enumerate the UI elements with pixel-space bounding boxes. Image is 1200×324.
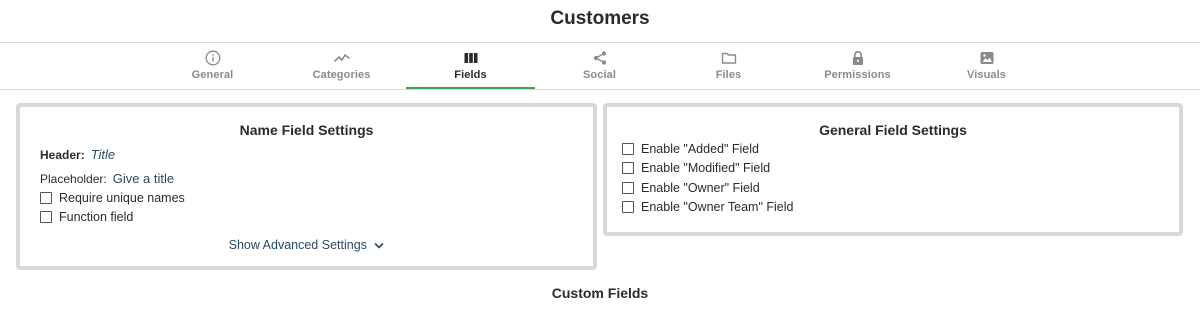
header-value[interactable]: Title (91, 147, 115, 162)
checkbox-label: Function field (59, 210, 134, 224)
tab-label: Social (582, 69, 616, 81)
tab-label: Categories (312, 69, 371, 81)
placeholder-row: Placeholder: Give a title (40, 171, 174, 186)
tab-files[interactable]: Files (664, 43, 793, 89)
custom-fields-heading: Custom Fields (551, 285, 649, 301)
tab-label: General (191, 69, 234, 81)
header-row: Header: Title (40, 147, 115, 162)
checkbox[interactable] (622, 201, 634, 213)
placeholder-value[interactable]: Give a title (113, 171, 174, 186)
name-field-settings-panel: Name Field Settings Header: Title Placeh… (16, 103, 597, 270)
tab-label: Files (715, 69, 742, 81)
checkbox-label: Require unique names (59, 191, 185, 205)
checkbox-label: Enable "Owner Team" Field (641, 200, 794, 214)
enable-owner-team-checkbox[interactable]: Enable "Owner Team" Field (622, 200, 793, 214)
info-icon (204, 49, 222, 67)
tabs-divider (0, 89, 1200, 90)
image-icon (978, 49, 996, 67)
checkbox[interactable] (40, 192, 52, 204)
checkbox[interactable] (622, 143, 634, 155)
trend-line-icon (333, 49, 351, 67)
panel-heading: General Field Settings (819, 122, 967, 138)
page-title: Customers (550, 8, 650, 29)
general-field-settings-panel: General Field Settings Enable "Added" Fi… (603, 103, 1183, 236)
advanced-link-label: Show Advanced Settings (228, 238, 367, 252)
checkbox-label: Enable "Added" Field (641, 142, 759, 156)
tab-visuals[interactable]: Visuals (922, 43, 1051, 89)
require-unique-checkbox[interactable]: Require unique names (40, 191, 185, 205)
folder-icon (720, 49, 738, 67)
function-field-checkbox[interactable]: Function field (40, 210, 133, 224)
placeholder-label: Placeholder: (40, 172, 107, 186)
tab-fields[interactable]: Fields (406, 43, 535, 89)
checkbox[interactable] (40, 211, 52, 223)
share-icon (591, 49, 609, 67)
tab-label: Fields (454, 69, 487, 81)
tab-general[interactable]: General (148, 43, 277, 89)
header-label: Header: (40, 148, 85, 162)
enable-added-checkbox[interactable]: Enable "Added" Field (622, 142, 759, 156)
columns-icon (462, 49, 480, 67)
enable-modified-checkbox[interactable]: Enable "Modified" Field (622, 161, 770, 175)
tab-social[interactable]: Social (535, 43, 664, 89)
tab-categories[interactable]: Categories (277, 43, 406, 89)
checkbox[interactable] (622, 182, 634, 194)
tab-label: Visuals (966, 69, 1007, 81)
show-advanced-settings-link[interactable]: Show Advanced Settings (20, 238, 593, 253)
tab-label: Permissions (824, 69, 891, 81)
chevron-down-icon (374, 239, 384, 253)
tab-permissions[interactable]: Permissions (793, 43, 922, 89)
tab-bar: General Categories Fields Social Files P… (148, 43, 1051, 89)
checkbox-label: Enable "Owner" Field (641, 181, 760, 195)
panel-heading: Name Field Settings (239, 122, 374, 138)
lock-icon (849, 49, 867, 67)
checkbox-label: Enable "Modified" Field (641, 161, 771, 175)
checkbox[interactable] (622, 162, 634, 174)
enable-owner-checkbox[interactable]: Enable "Owner" Field (622, 181, 760, 195)
